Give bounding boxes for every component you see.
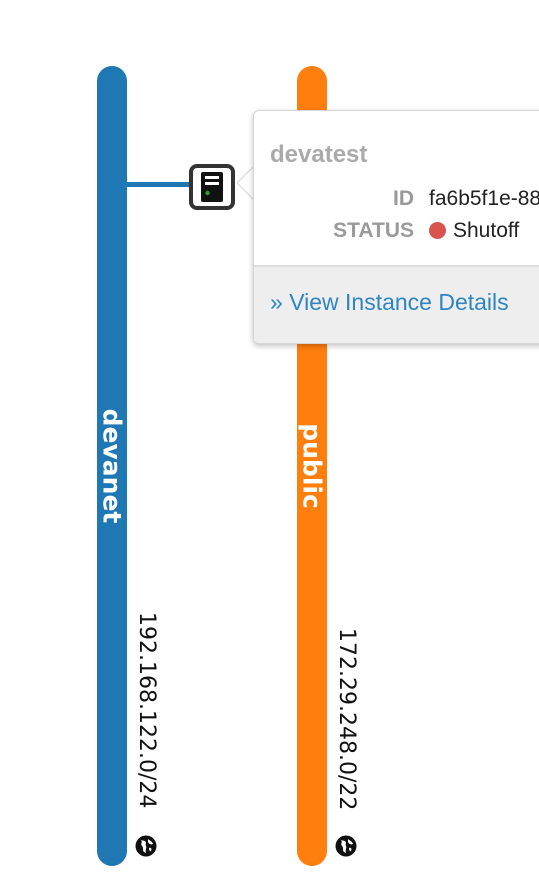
id-value: fa6b5f1e-88 <box>429 187 539 210</box>
id-label: ID <box>393 187 414 210</box>
globe-icon <box>335 835 357 857</box>
link-text: View Instance Details <box>289 289 509 315</box>
network-name-public: public <box>297 423 327 509</box>
view-instance-details-link[interactable]: » View Instance Details <box>270 289 509 316</box>
link-prefix-icon: » <box>270 289 283 315</box>
status-value: Shutoff <box>453 219 520 242</box>
popover-id-row: ID fa6b5f1e-88 <box>254 187 539 217</box>
globe-icon <box>135 835 157 857</box>
instance-network-link <box>127 182 191 187</box>
status-dot-icon <box>429 222 446 239</box>
status-value-wrap: Shutoff <box>429 219 519 243</box>
instance-popover: devatest ID fa6b5f1e-88 STATUS Shutoff »… <box>253 110 539 344</box>
popover-status-row: STATUS Shutoff <box>254 219 539 249</box>
popover-footer: » View Instance Details <box>254 265 539 343</box>
popover-arrow <box>237 166 254 200</box>
network-topology-canvas: devanet 192.168.122.0/24 public 172.29.2… <box>0 0 539 889</box>
status-label: STATUS <box>333 219 414 242</box>
network-cidr-devanet: 192.168.122.0/24 <box>134 612 159 809</box>
popover-title: devatest <box>270 141 368 168</box>
network-cidr-public: 172.29.248.0/22 <box>334 628 359 811</box>
server-icon[interactable] <box>189 164 235 210</box>
network-name-devanet: devanet <box>97 408 127 524</box>
